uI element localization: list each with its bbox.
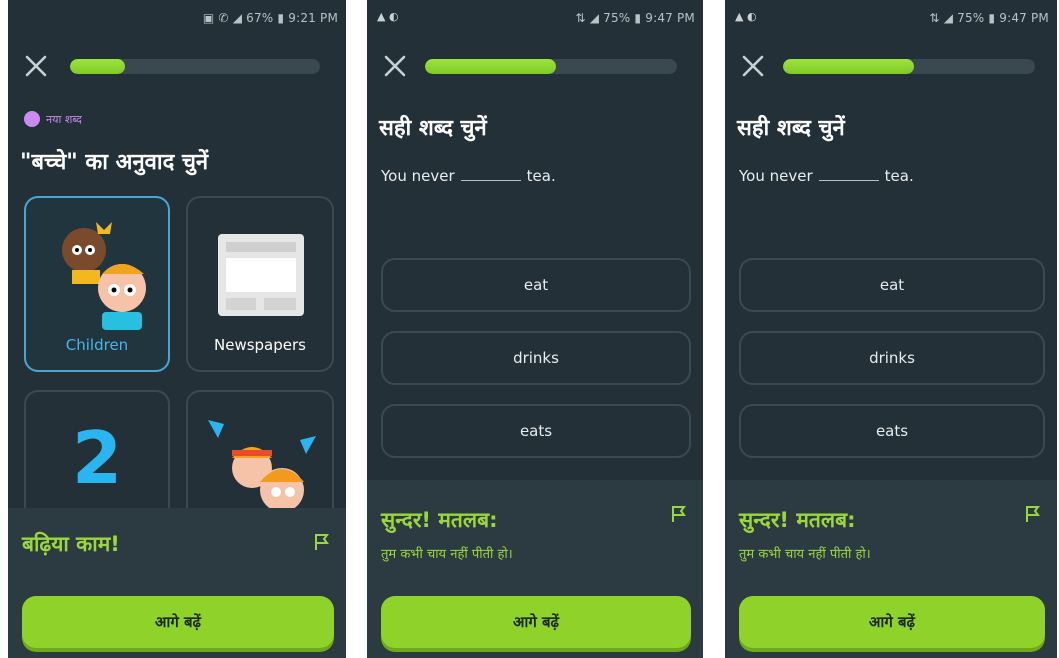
screen-1: ▣ ✆ ◢ 67% ▮ 9:21 PM नया शब्द "बच्चे" का … xyxy=(8,0,346,658)
sentence-before: You never xyxy=(739,167,813,185)
screen-2: ▲ ◐ ⇅ ◢ 75% ▮ 9:47 PM सही शब्द चुनें You… xyxy=(367,0,703,658)
feedback-panel: बढ़िया काम! आगे बढ़ें xyxy=(8,508,346,658)
close-icon[interactable] xyxy=(24,54,48,78)
feedback-title: सुन्दर! मतलब: xyxy=(381,508,498,532)
status-indicators: ▣ ✆ ◢ 67% ▮ 9:21 PM xyxy=(202,11,338,25)
option-eats[interactable]: eats xyxy=(381,404,691,458)
feedback-translation: तुम कभी चाय नहीं पीती हो। xyxy=(381,547,513,562)
continue-button[interactable]: आगे बढ़ें xyxy=(739,596,1045,648)
question-prompt: सही शब्द चुनें xyxy=(737,116,845,141)
status-indicators: ⇅ ◢ 75% ▮ 9:47 PM xyxy=(575,11,695,25)
option-eat[interactable]: eat xyxy=(739,258,1045,312)
status-notifications: ▲ ◐ xyxy=(735,10,757,23)
option-drinks[interactable]: drinks xyxy=(381,331,691,385)
progress-fill xyxy=(783,59,915,74)
people-illustration-icon xyxy=(208,420,316,512)
screen-3: ▲ ◐ ⇅ ◢ 75% ▮ 9:47 PM सही शब्द चुनें You… xyxy=(725,0,1057,658)
continue-button[interactable]: आगे बढ़ें xyxy=(381,596,691,648)
newspaper-icon xyxy=(218,234,304,316)
status-bar: ▲ ◐ ⇅ ◢ 75% ▮ 9:47 PM xyxy=(725,0,1057,36)
number-label: 2 xyxy=(71,416,123,500)
report-flag-icon[interactable] xyxy=(669,504,689,524)
progress-bar xyxy=(70,59,320,74)
sentence-blank xyxy=(818,166,879,181)
sentence-blank xyxy=(460,166,521,181)
question-prompt: "बच्चे" का अनुवाद चुनें xyxy=(20,150,209,175)
feedback-title: बढ़िया काम! xyxy=(22,532,120,556)
progress-fill xyxy=(425,59,557,74)
choice-label: Newspapers xyxy=(214,336,306,354)
progress-bar xyxy=(425,59,677,74)
feedback-title: सुन्दर! मतलब: xyxy=(739,508,856,532)
feedback-panel: सुन्दर! मतलब: तुम कभी चाय नहीं पीती हो। … xyxy=(725,480,1057,658)
close-icon[interactable] xyxy=(741,54,765,78)
continue-button[interactable]: आगे बढ़ें xyxy=(22,596,334,648)
report-flag-icon[interactable] xyxy=(312,532,332,552)
question-prompt: सही शब्द चुनें xyxy=(379,116,487,141)
choice-label: Children xyxy=(65,336,129,354)
sentence-after: tea. xyxy=(526,167,556,185)
new-word-icon xyxy=(24,111,40,127)
feedback-translation: तुम कभी चाय नहीं पीती हो। xyxy=(739,547,871,562)
sentence: You never tea. xyxy=(739,166,914,185)
status-indicators: ⇅ ◢ 75% ▮ 9:47 PM xyxy=(929,11,1049,25)
status-notifications: ▲ ◐ xyxy=(377,10,399,23)
choice-card-newspapers[interactable]: Newspapers xyxy=(186,196,334,372)
status-bar: ▲ ◐ ⇅ ◢ 75% ▮ 9:47 PM xyxy=(367,0,703,36)
sentence-before: You never xyxy=(381,167,455,185)
close-icon[interactable] xyxy=(383,54,407,78)
status-bar: ▣ ✆ ◢ 67% ▮ 9:21 PM xyxy=(8,0,346,36)
new-word-badge: नया शब्द xyxy=(24,111,82,127)
option-drinks[interactable]: drinks xyxy=(739,331,1045,385)
feedback-panel: सुन्दर! मतलब: तुम कभी चाय नहीं पीती हो। … xyxy=(367,480,703,658)
report-flag-icon[interactable] xyxy=(1023,504,1043,524)
sentence-after: tea. xyxy=(884,167,914,185)
new-word-label: नया शब्द xyxy=(46,112,82,126)
option-eats[interactable]: eats xyxy=(739,404,1045,458)
progress-bar xyxy=(783,59,1035,74)
option-eat[interactable]: eat xyxy=(381,258,691,312)
children-illustration-icon xyxy=(62,222,146,330)
progress-fill xyxy=(70,59,125,74)
sentence: You never tea. xyxy=(381,166,556,185)
choice-card-children[interactable]: Children xyxy=(24,196,170,372)
